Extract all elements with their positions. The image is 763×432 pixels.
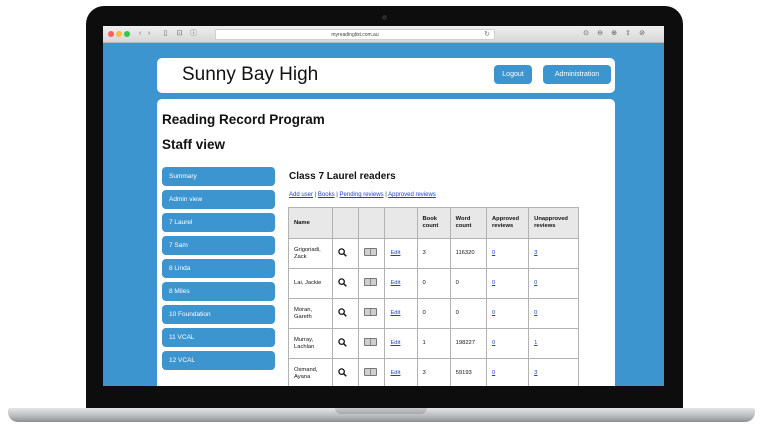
camera-icon xyxy=(382,15,387,20)
table-row: Grigoriadi, Zack Edit 3 116320 0 3 xyxy=(287,238,579,269)
student-name: Lai, Jackie xyxy=(287,268,334,299)
column-header-name: Name xyxy=(287,207,334,239)
word-count: 0 xyxy=(449,298,487,329)
print-icon[interactable]: ⊖ xyxy=(595,29,605,39)
search-icon[interactable] xyxy=(332,298,359,329)
table-row: Moran, Gareth Edit 0 0 0 0 xyxy=(287,298,579,329)
book-icon[interactable] xyxy=(357,268,386,299)
back-icon[interactable]: ‹ xyxy=(136,29,144,39)
sidebar-item-12-vcal[interactable]: 12 VCAL xyxy=(162,351,275,370)
sidebar-item-summary[interactable]: Summary xyxy=(162,167,275,186)
sidebar-item-7-sam[interactable]: 7 Sam xyxy=(162,236,275,255)
column-header-edit xyxy=(384,207,418,239)
edit-link[interactable]: Edit xyxy=(384,268,418,299)
table-row: Lai, Jackie Edit 0 0 0 0 xyxy=(287,268,579,299)
download-icon[interactable]: ⊙ xyxy=(581,29,591,39)
action-links: Add user | Books | Pending reviews | App… xyxy=(289,192,436,198)
laptop-screen: ‹ › ▯ ⊡ ⓘ myreadinglist.com.au ↻ ⊙ ⊖ ⊕ ⇧… xyxy=(103,26,664,386)
book-icon[interactable] xyxy=(357,358,386,386)
student-name: Moran, Gareth xyxy=(287,298,334,329)
class-title: Class 7 Laurel readers xyxy=(289,171,396,182)
sidebar-item-8-miles[interactable]: 8 Miles xyxy=(162,282,275,301)
url-text: myreadinglist.com.au xyxy=(331,32,379,38)
forward-icon[interactable]: › xyxy=(145,29,153,39)
search-icon[interactable] xyxy=(332,238,359,269)
info-icon[interactable]: ⊕ xyxy=(609,29,619,39)
edit-link[interactable]: Edit xyxy=(384,238,418,269)
unapproved-reviews-link[interactable]: 1 xyxy=(528,328,579,359)
approved-reviews-link[interactable]: 0 xyxy=(485,238,530,269)
sidebar-item-8-linda[interactable]: 8 Linda xyxy=(162,259,275,278)
sidebar-item-11-vcal[interactable]: 11 VCAL xyxy=(162,328,275,347)
unapproved-reviews-link[interactable]: 0 xyxy=(528,268,579,299)
reload-icon[interactable]: ↻ xyxy=(484,30,490,40)
word-count: 59193 xyxy=(449,358,487,386)
search-icon[interactable] xyxy=(332,268,359,299)
sidebar: Summary Admin view 7 Laurel 7 Sam 8 Lind… xyxy=(162,167,275,374)
books-link[interactable]: Books xyxy=(318,192,335,198)
table-row: Osmand, Ayana Edit 3 59193 0 3 xyxy=(287,358,579,386)
view-title: Staff view xyxy=(162,137,226,152)
laptop-notch xyxy=(335,408,427,414)
edit-link[interactable]: Edit xyxy=(384,358,418,386)
approved-reviews-link[interactable]: 0 xyxy=(485,328,530,359)
readers-table: Name Book count Word count Approved revi… xyxy=(287,207,579,386)
share-icon[interactable]: ⊡ xyxy=(175,29,184,39)
word-count: 116320 xyxy=(449,238,487,269)
maximize-window-button[interactable] xyxy=(124,31,130,37)
book-count: 3 xyxy=(416,238,451,269)
book-count: 0 xyxy=(416,268,451,299)
edit-link[interactable]: Edit xyxy=(384,298,418,329)
column-header-word-count: Word count xyxy=(449,207,487,239)
column-header-unapproved-reviews: Unapproved reviews xyxy=(528,207,579,239)
approved-reviews-link[interactable]: 0 xyxy=(485,298,530,329)
sidebar-icon[interactable]: ▯ xyxy=(161,29,170,39)
pending-reviews-link[interactable]: Pending reviews xyxy=(340,192,384,198)
approved-reviews-link[interactable]: Approved reviews xyxy=(388,192,436,198)
unapproved-reviews-link[interactable]: 3 xyxy=(528,238,579,269)
book-icon[interactable] xyxy=(357,238,386,269)
column-header-approved-reviews: Approved reviews xyxy=(485,207,530,239)
address-bar[interactable]: myreadinglist.com.au ↻ xyxy=(215,29,495,40)
web-page: Sunny Bay High Logout Administration Rea… xyxy=(103,43,664,386)
column-header-books xyxy=(357,207,386,239)
student-name: Grigoriadi, Zack xyxy=(287,238,334,269)
search-icon[interactable] xyxy=(332,358,359,386)
sidebar-item-7-laurel[interactable]: 7 Laurel xyxy=(162,213,275,232)
browser-toolbar: ‹ › ▯ ⊡ ⓘ myreadinglist.com.au ↻ ⊙ ⊖ ⊕ ⇧… xyxy=(103,26,664,43)
column-header-view xyxy=(332,207,359,239)
close-window-button[interactable] xyxy=(108,31,114,37)
extension-icon[interactable]: ⊘ xyxy=(637,29,647,39)
book-count: 1 xyxy=(416,328,451,359)
word-count: 198227 xyxy=(449,328,487,359)
book-count: 0 xyxy=(416,298,451,329)
table-row: Murray, Lachlan Edit 1 198227 0 1 xyxy=(287,328,579,359)
administration-button[interactable]: Administration xyxy=(543,65,611,84)
word-count: 0 xyxy=(449,268,487,299)
book-icon[interactable] xyxy=(357,328,386,359)
upload-icon[interactable]: ⇧ xyxy=(623,29,633,39)
student-name: Osmand, Ayana xyxy=(287,358,334,386)
unapproved-reviews-link[interactable]: 3 xyxy=(528,358,579,386)
approved-reviews-link[interactable]: 0 xyxy=(485,268,530,299)
book-icon[interactable] xyxy=(357,298,386,329)
table-header-row: Name Book count Word count Approved revi… xyxy=(287,207,579,239)
privacy-icon[interactable]: ⓘ xyxy=(189,29,198,39)
program-title: Reading Record Program xyxy=(162,112,325,127)
school-name: Sunny Bay High xyxy=(182,64,319,85)
content-panel: Reading Record Program Staff view Summar… xyxy=(157,99,615,386)
logout-button[interactable]: Logout xyxy=(494,65,532,84)
edit-link[interactable]: Edit xyxy=(384,328,418,359)
student-name: Murray, Lachlan xyxy=(287,328,334,359)
column-header-book-count: Book count xyxy=(416,207,451,239)
search-icon[interactable] xyxy=(332,328,359,359)
unapproved-reviews-link[interactable]: 0 xyxy=(528,298,579,329)
site-header: Sunny Bay High Logout Administration xyxy=(157,58,615,93)
approved-reviews-link[interactable]: 0 xyxy=(485,358,530,386)
book-count: 3 xyxy=(416,358,451,386)
sidebar-item-admin-view[interactable]: Admin view xyxy=(162,190,275,209)
add-user-link[interactable]: Add user xyxy=(289,192,313,198)
minimize-window-button[interactable] xyxy=(116,31,122,37)
sidebar-item-10-foundation[interactable]: 10 Foundation xyxy=(162,305,275,324)
